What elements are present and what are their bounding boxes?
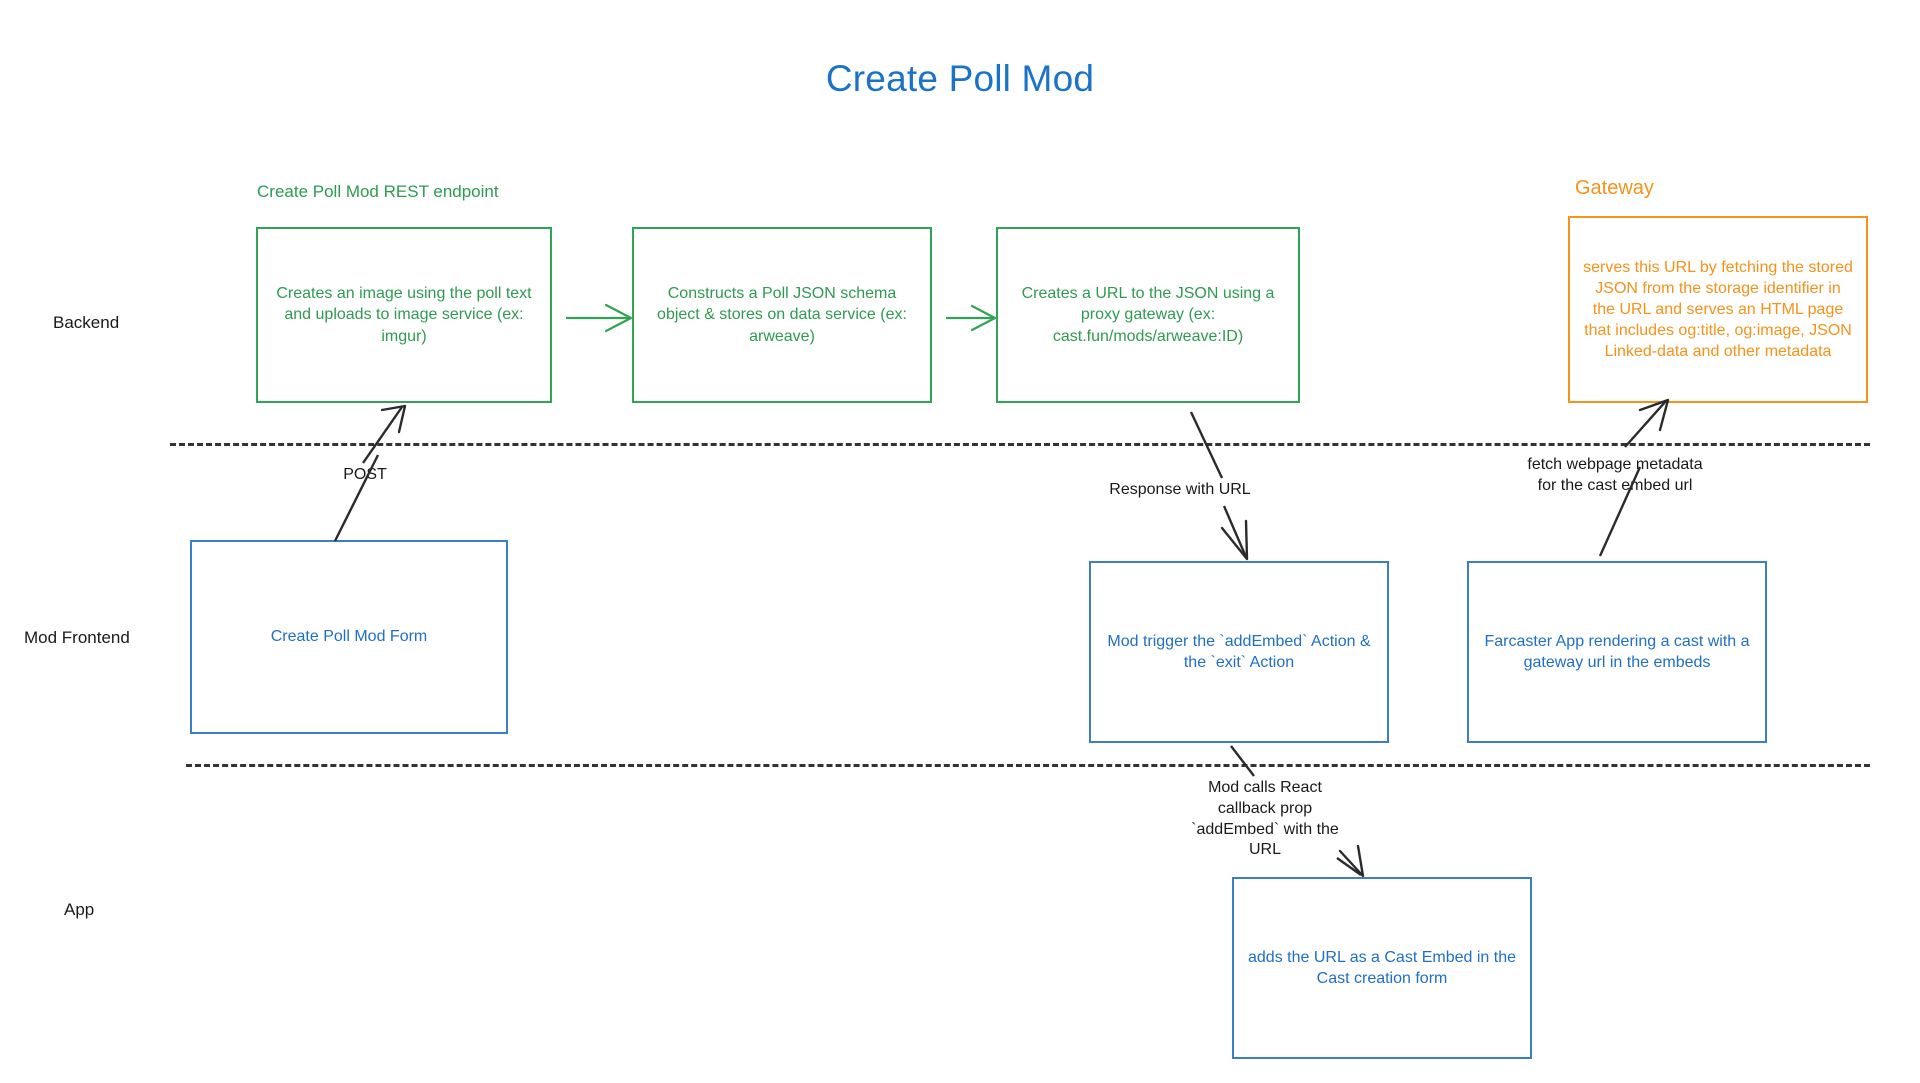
node-create-poll-mod-form[interactable]: Create Poll Mod Form [190, 540, 508, 734]
arrow-json-to-url [946, 304, 997, 332]
caption-gateway: Gateway [1575, 177, 1654, 199]
lane-divider-frontend-app [186, 764, 1870, 767]
node-mod-trigger-addembed-action[interactable]: Mod trigger the `addEmbed` Action & the … [1089, 561, 1389, 743]
diagram-canvas: Create Poll Mod Backend Mod Frontend App… [0, 0, 1920, 1083]
node-adds-url-as-cast-embed[interactable]: adds the URL as a Cast Embed in the Cast… [1232, 877, 1532, 1059]
node-creates-url-to-json[interactable]: Creates a URL to the JSON using a proxy … [996, 227, 1300, 403]
edge-label-post: POST [343, 466, 387, 483]
node-farcaster-app-rendering-cast[interactable]: Farcaster App rendering a cast with a ga… [1467, 561, 1767, 743]
page-title: Create Poll Mod [825, 58, 1095, 99]
arrow-image-to-json [566, 303, 633, 333]
caption-create-poll-mod-rest-endpoint: Create Poll Mod REST endpoint [257, 182, 499, 201]
node-gateway-serves-url[interactable]: serves this URL by fetching the stored J… [1568, 216, 1868, 403]
lane-label-backend: Backend [53, 313, 120, 332]
edge-label-mod-calls-react-callback: Mod calls React callback prop `addEmbed`… [1191, 779, 1339, 859]
lane-divider-backend-frontend [170, 443, 1870, 446]
edge-label-response-with-url: Response with URL [1109, 481, 1251, 498]
lane-label-mod-frontend: Mod Frontend [24, 628, 130, 647]
node-creates-image[interactable]: Creates an image using the poll text and… [256, 227, 552, 403]
lane-label-app: App [64, 900, 95, 919]
node-constructs-poll-json[interactable]: Constructs a Poll JSON schema object & s… [632, 227, 932, 403]
edge-label-fetch-webpage-metadata: fetch webpage metadata for the cast embe… [1527, 456, 1703, 494]
